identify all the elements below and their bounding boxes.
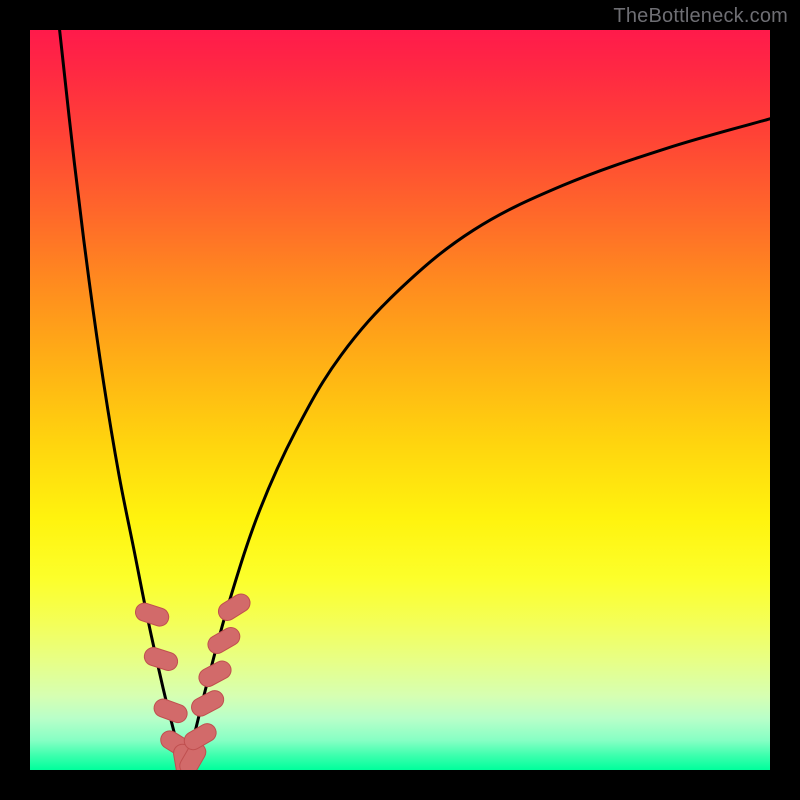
watermark-text: TheBottleneck.com bbox=[613, 5, 788, 28]
marker-pill-1 bbox=[142, 645, 180, 673]
marker-pill-10 bbox=[215, 591, 253, 624]
marker-layer bbox=[133, 591, 253, 770]
chart-svg bbox=[30, 30, 770, 770]
marker-pill-9 bbox=[205, 624, 243, 657]
series-right-branch bbox=[185, 119, 770, 763]
marker-pill-8 bbox=[196, 658, 234, 690]
marker-pill-0 bbox=[133, 601, 171, 629]
marker-pill-2 bbox=[152, 697, 190, 726]
plot-area bbox=[30, 30, 770, 770]
chart-frame: TheBottleneck.com bbox=[0, 0, 800, 800]
marker-pill-7 bbox=[188, 687, 226, 719]
